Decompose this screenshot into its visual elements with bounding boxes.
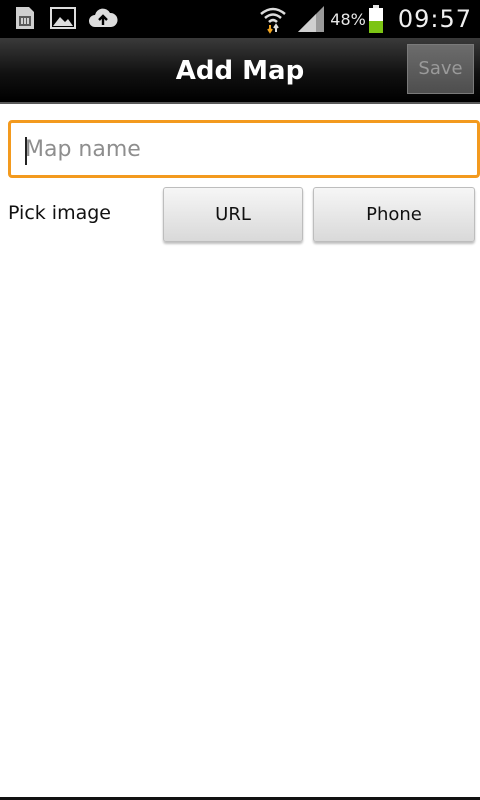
sim-card-icon [16, 7, 34, 29]
battery-percent: 48% [330, 9, 366, 29]
status-bar: 48% 09:57 [0, 0, 480, 38]
clock: 09:57 [397, 5, 472, 33]
image-icon [50, 7, 76, 29]
map-name-input[interactable] [11, 123, 477, 175]
battery-icon [368, 5, 383, 33]
pick-image-label: Pick image [8, 202, 111, 224]
status-right-icons: 48% 09:57 [258, 4, 472, 34]
action-bar: Add Map Save [0, 38, 480, 104]
url-button[interactable]: URL [163, 187, 303, 242]
cloud-upload-icon [89, 8, 118, 27]
save-button[interactable]: Save [407, 44, 474, 94]
phone-button[interactable]: Phone [313, 187, 475, 242]
signal-icon [298, 6, 325, 32]
status-left-icons [12, 5, 118, 31]
map-name-field[interactable] [8, 120, 480, 178]
wifi-icon [260, 7, 287, 34]
